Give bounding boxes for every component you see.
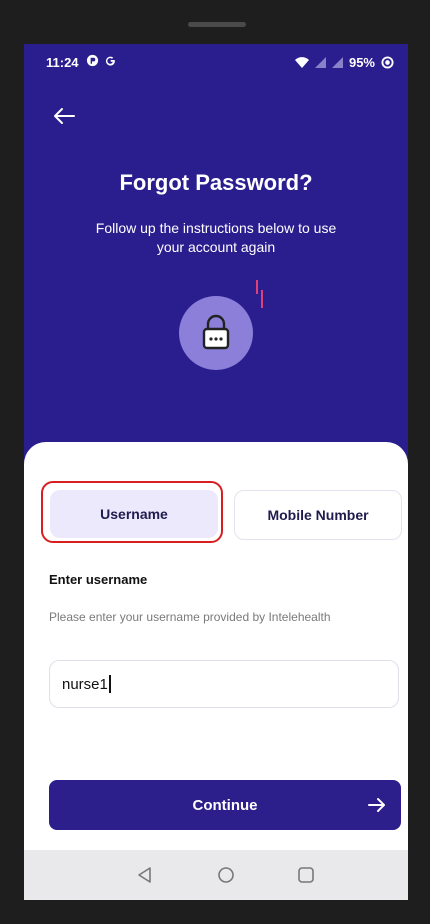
page-title: Forgot Password?	[119, 170, 313, 195]
lock-icon	[202, 314, 230, 350]
wifi-icon	[294, 56, 309, 68]
text-caret	[108, 675, 111, 693]
username-input[interactable]: nurse1	[49, 660, 399, 708]
username-label: Enter username	[49, 572, 148, 587]
tab-mobile-number[interactable]: Mobile Number	[234, 490, 402, 540]
system-nav-bar	[24, 850, 408, 900]
lock-illustration	[179, 296, 253, 370]
notification-app-icon	[86, 54, 99, 67]
status-time: 11:24	[46, 55, 79, 70]
battery-text: 95%	[348, 55, 375, 70]
username-hint: Please enter your username provided by I…	[49, 610, 331, 624]
status-right-group: 95%	[294, 55, 394, 70]
signal-off-icon-2	[331, 57, 343, 68]
phone-frame: 11:24 95% Forgot Password? Follow up the…	[0, 0, 430, 924]
arrow-right-icon	[368, 798, 385, 812]
form-card: Username Mobile Number Enter username Pl…	[24, 442, 408, 900]
continue-label: Continue	[192, 796, 258, 814]
signal-off-icon	[314, 57, 326, 68]
nav-home-icon[interactable]	[217, 866, 235, 884]
status-bar: 11:24 95%	[24, 44, 408, 78]
page-subtitle: Follow up the instructions below to use …	[95, 220, 337, 255]
nav-recents-icon[interactable]	[297, 866, 315, 884]
username-value: nurse1	[62, 675, 108, 693]
sparkle-icon	[256, 280, 263, 308]
app-screen: 11:24 95% Forgot Password? Follow up the…	[24, 44, 408, 900]
back-arrow-icon[interactable]	[52, 106, 76, 126]
selection-highlight	[41, 481, 223, 543]
battery-saver-icon	[381, 56, 394, 69]
tab-mobile-label: Mobile Number	[267, 507, 369, 523]
phone-speaker	[188, 22, 246, 27]
google-icon	[105, 56, 115, 66]
continue-button[interactable]: Continue	[49, 780, 401, 830]
nav-back-icon[interactable]	[136, 866, 154, 884]
